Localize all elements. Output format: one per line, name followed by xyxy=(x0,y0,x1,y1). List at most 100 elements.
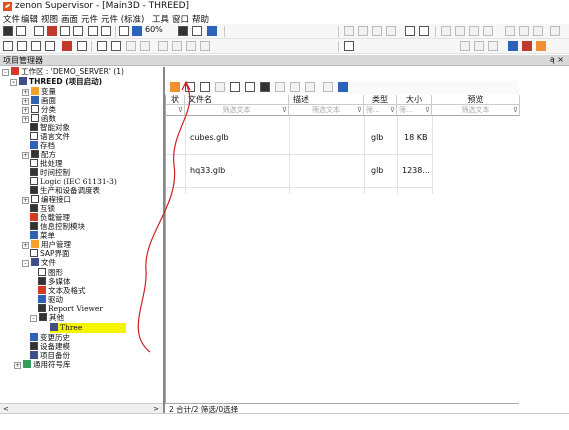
grid-icon[interactable] xyxy=(178,26,188,36)
space-h-icon[interactable] xyxy=(483,26,493,36)
filter-filename[interactable]: 筛选文本 ⊽ xyxy=(185,105,289,116)
filter-preview[interactable]: 筛选文本 ⊽ xyxy=(432,105,520,116)
col-header-status[interactable]: 状 xyxy=(166,95,185,105)
funnel-clear-icon[interactable] xyxy=(275,82,285,92)
edit-icon[interactable] xyxy=(73,26,83,36)
copy-file-icon[interactable] xyxy=(230,82,240,92)
cut-icon[interactable] xyxy=(34,26,44,36)
layout-icon[interactable] xyxy=(344,41,354,51)
new-file-icon[interactable] xyxy=(170,82,180,92)
project-manager-title: 项目管理器 xyxy=(3,56,43,65)
funnel-icon[interactable]: ⊽ xyxy=(178,105,183,116)
compile-icon[interactable] xyxy=(536,41,546,51)
title-bar: zenon Supervisor - [Main3D - THREED] xyxy=(0,0,569,13)
frame-icon[interactable] xyxy=(45,41,55,51)
screen-icon[interactable] xyxy=(3,41,13,51)
tree-horizontal-scrollbar[interactable]: < > xyxy=(0,403,163,413)
help-icon[interactable] xyxy=(207,26,217,36)
panel-3-icon[interactable] xyxy=(186,41,196,51)
delete-icon[interactable] xyxy=(260,82,270,92)
element-icon[interactable] xyxy=(17,41,27,51)
file-table: 状 文件名 描述 类型 大小 预览 ⊽ 筛选文本 ⊽ 筛选文本 ⊽ 筛... ⊽ 筛.… xyxy=(165,95,520,403)
same-size-icon[interactable] xyxy=(469,26,479,36)
zoom-icon[interactable] xyxy=(132,26,142,36)
cell-type: glb xyxy=(371,133,384,142)
cell-filename: hq33.glb xyxy=(190,166,226,175)
collapse-icon[interactable] xyxy=(140,41,150,51)
col-header-type[interactable]: 类型 xyxy=(364,95,397,105)
undo-icon[interactable] xyxy=(88,26,98,36)
tree-item-other[interactable]: - 其他 xyxy=(30,313,64,323)
funnel-icon[interactable]: ⊽ xyxy=(357,105,362,116)
funnel-icon[interactable] xyxy=(111,41,121,51)
up-icon[interactable] xyxy=(215,82,225,92)
col-header-description[interactable]: 描述 xyxy=(289,95,364,105)
zenon-logo-icon xyxy=(3,2,12,11)
tree-project[interactable]: - THREED (项目启动) xyxy=(10,77,102,87)
help-file-icon[interactable] xyxy=(338,82,348,92)
center-v-icon[interactable] xyxy=(533,26,543,36)
tree-global-library[interactable]: + 通用符号库 xyxy=(14,360,71,370)
col-header-filename[interactable]: 文件名 xyxy=(185,95,289,105)
status-bar: 2 合计/2 筛选/0选择 xyxy=(165,403,519,414)
window-a-icon[interactable] xyxy=(460,41,470,51)
paste-file-icon[interactable] xyxy=(245,82,255,92)
dropdown-icon[interactable] xyxy=(77,41,87,51)
stop-icon[interactable] xyxy=(522,41,532,51)
save-icon[interactable] xyxy=(16,26,26,36)
tree-item-files[interactable]: - 文件 xyxy=(22,258,56,268)
export-icon[interactable] xyxy=(200,82,210,92)
copy-icon[interactable] xyxy=(60,26,70,36)
align-right-icon[interactable] xyxy=(372,26,382,36)
project-tree: - 工作区 : 'DEMO_SERVER' (1) - THREED (项目启动) … xyxy=(0,67,163,403)
align-top-icon[interactable] xyxy=(386,26,396,36)
check-icon[interactable] xyxy=(290,82,300,92)
filter-size[interactable]: 筛... ⊽ xyxy=(397,105,432,116)
cell-size: 18 KB xyxy=(404,133,428,142)
tree-workspace[interactable]: - 工作区 : 'DEMO_SERVER' (1) xyxy=(2,67,124,77)
redo-icon[interactable] xyxy=(101,26,111,36)
window-b-icon[interactable] xyxy=(474,41,484,51)
window-c-icon[interactable] xyxy=(488,41,498,51)
disk-icon[interactable] xyxy=(508,41,518,51)
paste-icon[interactable] xyxy=(47,26,57,36)
more-tools-icon[interactable] xyxy=(550,26,560,36)
panel-1-icon[interactable] xyxy=(158,41,168,51)
filter-status[interactable]: ⊽ xyxy=(166,105,185,116)
align-center-icon[interactable] xyxy=(358,26,368,36)
filter-description[interactable]: 筛选文本 ⊽ xyxy=(289,105,364,116)
col-header-size[interactable]: 大小 xyxy=(397,95,432,105)
same-height-icon[interactable] xyxy=(455,26,465,36)
col-header-preview[interactable]: 预览 xyxy=(432,95,520,105)
panel-buttons[interactable]: ą × xyxy=(550,55,564,64)
funnel-icon[interactable]: ⊽ xyxy=(390,105,395,116)
space-v-icon[interactable] xyxy=(505,26,515,36)
align-left-icon[interactable] xyxy=(344,26,354,36)
zoom-level[interactable]: 60% xyxy=(145,25,163,34)
tree-item-three[interactable]: Three xyxy=(50,323,127,333)
filter-type[interactable]: 筛... ⊽ xyxy=(364,105,397,116)
funnel-icon[interactable]: ⊽ xyxy=(513,105,518,116)
panel-4-icon[interactable] xyxy=(200,41,210,51)
search-icon[interactable] xyxy=(192,26,202,36)
pointer-icon[interactable] xyxy=(119,26,129,36)
funnel-icon[interactable]: ⊽ xyxy=(282,105,287,116)
secondary-toolbar xyxy=(0,39,569,54)
project-manager-header: 项目管理器 ą × xyxy=(0,55,569,66)
record-icon[interactable] xyxy=(62,41,72,51)
filter-icon[interactable] xyxy=(97,41,107,51)
bottom-divider xyxy=(0,413,569,414)
center-h-icon[interactable] xyxy=(519,26,529,36)
distribute-v-icon[interactable] xyxy=(419,26,429,36)
element-arrow-icon[interactable] xyxy=(31,41,41,51)
same-width-icon[interactable] xyxy=(441,26,451,36)
funnel-icon[interactable]: ⊽ xyxy=(425,105,430,116)
new-icon[interactable] xyxy=(3,26,13,36)
properties-icon[interactable] xyxy=(323,82,333,92)
panel-2-icon[interactable] xyxy=(172,41,182,51)
distribute-h-icon[interactable] xyxy=(405,26,415,36)
import-icon[interactable] xyxy=(185,82,195,92)
edit-file-icon[interactable] xyxy=(305,82,315,92)
main-toolbar: 60% xyxy=(0,24,569,39)
resize-icon[interactable] xyxy=(126,41,136,51)
